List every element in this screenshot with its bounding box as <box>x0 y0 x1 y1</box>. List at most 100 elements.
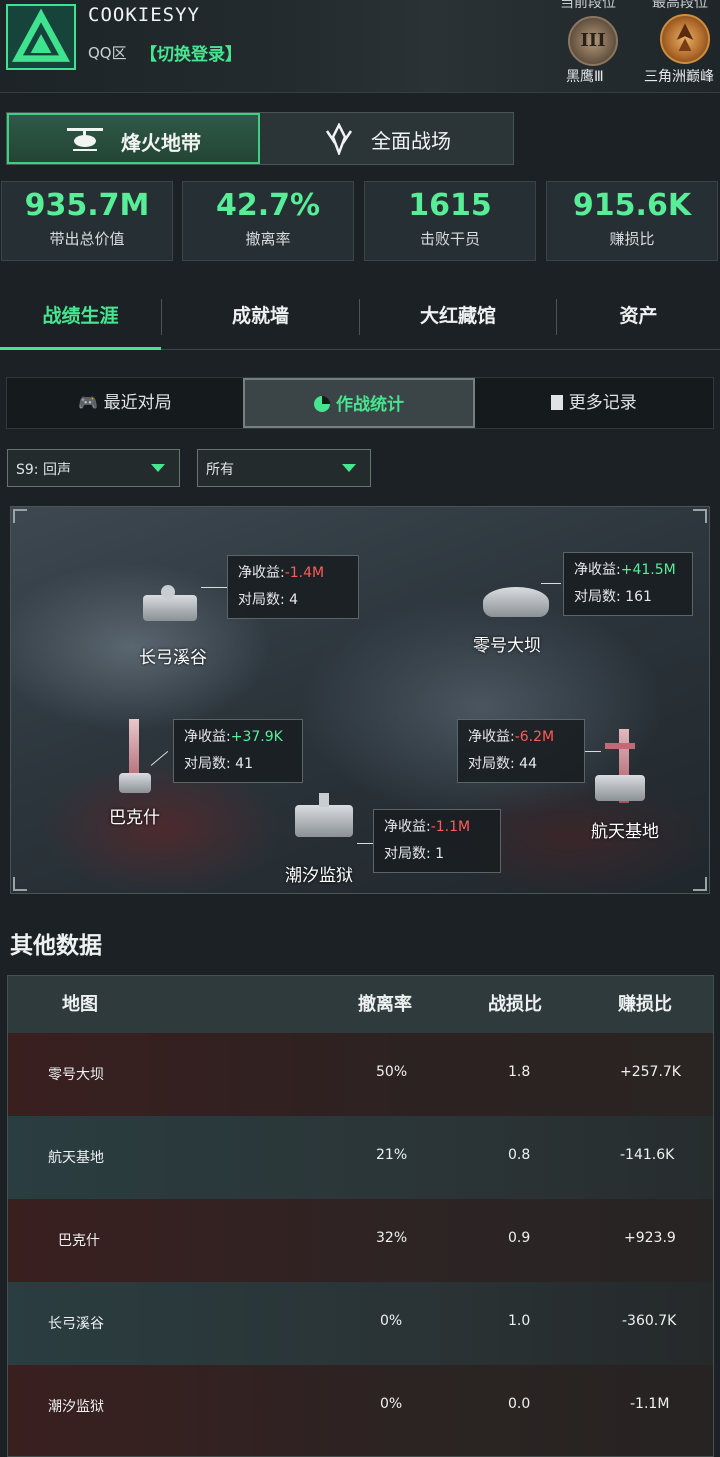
stat-profit-loss: 915.6K 赚损比 <box>546 181 718 261</box>
corner-mark <box>13 877 27 891</box>
cell-extraction: 0% <box>380 1396 403 1412</box>
gamepad-icon: 🎮 <box>78 393 99 412</box>
sub-tabs: 🎮 最近对局 作战统计 更多记录 <box>6 377 714 429</box>
map-name-longbow-valley: 长弓溪谷 <box>139 648 207 668</box>
highest-rank-badge <box>660 14 710 64</box>
cell-profit: +257.7K <box>620 1064 681 1080</box>
highest-rank-caption: 最高段位 <box>652 0 708 11</box>
map-info-space-base: 净收益:-6.2M 对局数: 44 <box>457 719 585 783</box>
tab-career[interactable]: 战绩生涯 <box>0 284 161 350</box>
table-row[interactable]: 长弓溪谷 0% 1.0 -360.7K <box>8 1282 713 1365</box>
cell-extraction: 0% <box>380 1313 403 1329</box>
cell-map: 潮汐监狱 <box>48 1399 104 1415</box>
crossed-arrows-icon <box>323 122 355 159</box>
stat-value: 915.6K <box>572 188 692 223</box>
scope-dropdown-value: 所有 <box>206 462 234 478</box>
cell-map: 长弓溪谷 <box>48 1316 104 1332</box>
table-row[interactable]: 巴克什 32% 0.9 +923.9 <box>8 1199 713 1282</box>
column-header-profit: 赚损比 <box>618 994 672 1015</box>
game-logo <box>6 4 76 70</box>
map-marker-space-base[interactable] <box>591 729 655 809</box>
highest-rank-name: 三角洲巅峰 <box>644 69 714 85</box>
map-name-space-base: 航天基地 <box>591 822 659 842</box>
map-stats-table: 地图 撤离率 战损比 赚损比 零号大坝 50% 1.8 +257.7K 航天基地… <box>7 975 714 1457</box>
season-dropdown[interactable]: S9: 回声 <box>7 449 180 487</box>
stat-value: 935.7M <box>24 188 150 223</box>
map-info-longbow-valley: 净收益:-1.4M 对局数: 4 <box>227 555 359 619</box>
mode-tab-hot-zone[interactable]: 烽火地带 <box>7 113 260 164</box>
cell-map: 航天基地 <box>48 1150 104 1166</box>
stat-kills: 1615 击败干员 <box>364 181 536 261</box>
cell-profit: -1.1M <box>630 1396 670 1412</box>
stat-label: 撤离率 <box>245 230 291 248</box>
cell-extraction: 32% <box>376 1230 408 1246</box>
corner-mark <box>13 509 27 523</box>
tab-combat-stats[interactable]: 作战统计 <box>243 378 475 428</box>
cell-kd: 0.9 <box>508 1230 531 1246</box>
map-name-bakhsh: 巴克什 <box>109 808 160 828</box>
current-rank-name: 黑鹰Ⅲ <box>566 69 604 85</box>
map-marker-bakhsh[interactable] <box>115 719 155 795</box>
tab-more-records[interactable]: 更多记录 <box>475 378 713 428</box>
map-overview: 长弓溪谷 净收益:-1.4M 对局数: 4 零号大坝 净收益:+41.5M 对局… <box>10 506 710 894</box>
map-marker-zero-dam[interactable] <box>481 579 551 623</box>
table-row[interactable]: 航天基地 21% 0.8 -141.6K <box>8 1116 713 1199</box>
map-name-tidal-prison: 潮汐监狱 <box>285 866 353 886</box>
corner-mark <box>693 509 707 523</box>
current-rank-caption: 当前段位 <box>560 0 616 11</box>
tab-more-records-label: 更多记录 <box>568 393 637 413</box>
scope-dropdown[interactable]: 所有 <box>197 449 371 487</box>
table-row[interactable]: 潮汐监狱 0% 0.0 -1.1M <box>8 1365 713 1456</box>
stat-label: 带出总价值 <box>49 230 125 248</box>
username: COOKIESYY <box>88 4 200 26</box>
cell-kd: 0.8 <box>508 1147 531 1163</box>
tab-recent-matches-label: 最近对局 <box>103 393 172 413</box>
map-marker-tidal-prison[interactable] <box>289 789 359 849</box>
map-info-bakhsh: 净收益:+37.9K 对局数: 41 <box>173 719 303 783</box>
season-dropdown-value: S9: 回声 <box>16 462 71 478</box>
stat-label: 赚损比 <box>609 230 655 248</box>
column-header-map: 地图 <box>62 994 98 1015</box>
mode-tab-hot-zone-label: 烽火地带 <box>121 131 201 155</box>
cell-profit: -360.7K <box>622 1313 677 1329</box>
switch-login-button[interactable]: 【切换登录】 <box>140 40 242 65</box>
main-tabs: 战绩生涯 成就墙 大红藏馆 资产 <box>0 284 720 350</box>
corner-mark <box>693 877 707 891</box>
stat-label: 击败干员 <box>419 230 480 248</box>
tab-assets[interactable]: 资产 <box>557 284 720 350</box>
other-data-title: 其他数据 <box>10 933 102 959</box>
stat-value: 1615 <box>408 188 492 223</box>
map-name-zero-dam: 零号大坝 <box>473 636 541 656</box>
map-marker-longbow-valley[interactable] <box>135 585 205 631</box>
cell-kd: 1.0 <box>508 1313 531 1329</box>
map-info-tidal-prison: 净收益:-1.1M 对局数: 1 <box>373 809 501 873</box>
tab-recent-matches[interactable]: 🎮 最近对局 <box>7 378 243 428</box>
cell-map: 零号大坝 <box>48 1067 104 1083</box>
map-info-zero-dam: 净收益:+41.5M 对局数: 161 <box>563 552 693 616</box>
table-row[interactable]: 零号大坝 50% 1.8 +257.7K <box>8 1033 713 1116</box>
chevron-down-icon <box>342 464 356 472</box>
tab-combat-stats-label: 作战统计 <box>335 395 404 415</box>
table-header: 地图 撤离率 战损比 赚损比 <box>8 976 713 1033</box>
tab-achievements[interactable]: 成就墙 <box>162 284 359 350</box>
mode-tabs: 烽火地带 全面战场 <box>6 112 514 165</box>
cell-extraction: 50% <box>376 1064 408 1080</box>
cell-map: 巴克什 <box>58 1233 100 1249</box>
document-icon <box>551 395 564 410</box>
stat-total-value: 935.7M 带出总价值 <box>1 181 173 261</box>
cell-kd: 1.8 <box>508 1064 531 1080</box>
cell-profit: +923.9 <box>624 1230 676 1246</box>
cell-profit: -141.6K <box>620 1147 675 1163</box>
cell-kd: 0.0 <box>508 1396 531 1412</box>
mode-tab-battlefield[interactable]: 全面战场 <box>371 125 451 154</box>
stat-value: 42.7% <box>215 188 321 223</box>
pie-chart-icon <box>314 396 331 412</box>
column-header-extraction: 撤离率 <box>358 994 412 1015</box>
chevron-down-icon <box>151 464 165 472</box>
region-label: QQ区 <box>88 44 127 62</box>
tab-collection[interactable]: 大红藏馆 <box>360 284 556 350</box>
column-header-kd: 战损比 <box>488 994 542 1015</box>
current-rank-badge: III <box>568 16 618 66</box>
helicopter-icon <box>65 125 105 159</box>
cell-extraction: 21% <box>376 1147 408 1163</box>
